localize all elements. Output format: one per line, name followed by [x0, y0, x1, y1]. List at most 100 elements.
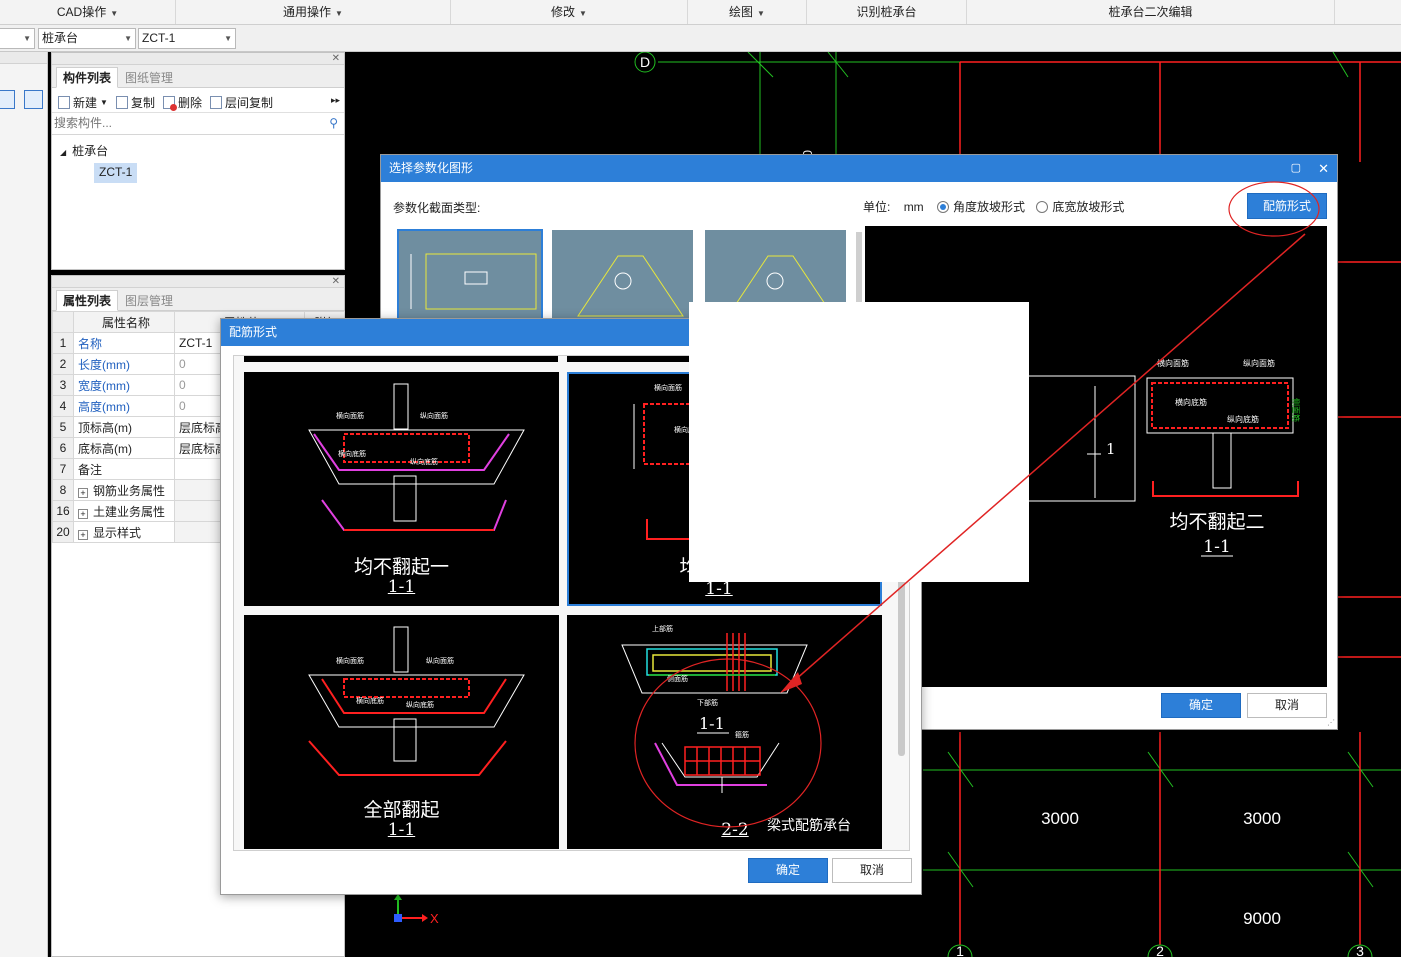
menu-label: 桩承台二次编辑: [1108, 5, 1193, 19]
row-index: 2: [52, 353, 74, 375]
row-name-label: 钢筋业务属性: [93, 483, 166, 498]
chevron-down-icon: ▼: [124, 34, 132, 43]
chevron-down-icon: ▼: [224, 34, 232, 43]
chevron-down-icon: ▼: [757, 9, 765, 18]
menu-draw[interactable]: 绘图 ▼: [688, 0, 807, 24]
axis-label-2: 2: [1156, 943, 1164, 957]
component-tree: ◢ 桩承台 ZCT-1: [52, 135, 344, 183]
floor-combo[interactable]: ▼: [0, 28, 35, 49]
label-h-bottom: 横向底筋: [338, 449, 366, 458]
grid-view-icon[interactable]: [24, 90, 43, 109]
option-section: 1-1: [387, 820, 416, 840]
panel-close-icon[interactable]: ✕: [52, 276, 344, 288]
tab-layer-management[interactable]: 图层管理: [118, 290, 180, 311]
combo-value: 桩承台: [42, 31, 79, 45]
row-name[interactable]: + 显示样式: [73, 521, 175, 543]
delete-label: 删除: [177, 96, 202, 110]
tree-node-pile-cap[interactable]: ◢ 桩承台: [60, 141, 344, 163]
chevron-down-icon: ▼: [23, 34, 31, 43]
component-tabs: 构件列表 图纸管理: [52, 65, 344, 88]
component-type-combo[interactable]: 桩承台 ▼: [38, 28, 136, 49]
copy-label: 复制: [130, 96, 155, 110]
menu-identify-pile-cap[interactable]: 识别桩承台: [807, 0, 967, 24]
expand-plus-icon[interactable]: +: [78, 487, 88, 498]
dialog-title: 选择参数化图形: [389, 161, 474, 175]
option-caption: 均不翻起一: [353, 556, 449, 578]
delete-button[interactable]: 删除: [162, 93, 202, 112]
tab-property-list[interactable]: 属性列表: [56, 290, 119, 311]
row-name: 名称: [73, 332, 175, 354]
search-input[interactable]: [52, 113, 312, 133]
menu-general-ops[interactable]: 通用操作 ▼: [176, 0, 451, 24]
row-index: 1: [52, 332, 74, 354]
row-name[interactable]: + 钢筋业务属性: [73, 479, 175, 501]
row-index: 3: [52, 374, 74, 396]
tree-node-zct-1[interactable]: ZCT-1: [94, 163, 138, 183]
rebar-option-no-bend-1[interactable]: 横向面筋 纵向面筋 横向底筋 纵向底筋 均不翻起一 1-1: [244, 372, 559, 606]
delete-icon: [162, 96, 177, 111]
option-section: 1-1: [387, 577, 416, 597]
copy-button[interactable]: 复制: [115, 93, 155, 112]
menu-pile-cap-edit[interactable]: 桩承台二次编辑: [967, 0, 1335, 24]
rebar-cancel-button[interactable]: 取消: [832, 858, 912, 883]
row-name: 长度(mm): [73, 353, 175, 375]
panel-close-icon[interactable]: ✕: [52, 53, 344, 65]
row-index: 16: [52, 500, 74, 522]
tree-node-label: 桩承台: [72, 144, 109, 158]
dialog-title: 配筋形式: [229, 325, 278, 339]
rebar-option-all-bend[interactable]: 横向面筋 纵向面筋 横向底筋 纵向底筋 全部翻起 1-1: [244, 615, 559, 849]
axis-label-d: D: [640, 54, 650, 70]
menu-label: CAD操作: [56, 5, 107, 19]
label-v-top: 纵向面筋: [426, 656, 454, 665]
floor-copy-label: 层间复制: [224, 96, 273, 110]
selector-toolbar: ▼ 桩承台 ▼ ZCT-1 ▼: [0, 25, 1401, 52]
label-h-top: 横向面筋: [336, 656, 364, 665]
search-icon[interactable]: ⚲: [329, 116, 338, 130]
expand-plus-icon[interactable]: +: [78, 529, 88, 540]
row-index: 8: [52, 479, 74, 501]
axis-label-1: 1: [956, 943, 964, 957]
header-property-name: 属性名称: [73, 311, 175, 333]
property-tabs: 属性列表 图层管理: [52, 288, 344, 311]
row-name: 宽度(mm): [73, 374, 175, 396]
floor-copy-button[interactable]: 层间复制: [209, 93, 273, 112]
shape-thumb-rect-selected[interactable]: [397, 229, 543, 331]
label-v-bottom: 纵向底筋: [406, 700, 434, 709]
row-name-label: 显示样式: [93, 525, 142, 540]
annotation-arrow-layer: [634, 233, 1306, 828]
axis-x-label: X: [430, 911, 439, 926]
dialog-titlebar: 选择参数化图形 ▢ ✕: [381, 155, 1337, 182]
new-icon: [58, 96, 70, 109]
row-name: 底标高(m): [73, 437, 175, 459]
row-index: 20: [52, 521, 74, 543]
row-index: 6: [52, 437, 74, 459]
label-v-bottom: 纵向底筋: [410, 457, 438, 466]
menu-modify[interactable]: 修改 ▼: [451, 0, 688, 24]
rebar-ok-button[interactable]: 确定: [748, 858, 828, 883]
more-icon[interactable]: ▸▸: [331, 95, 340, 106]
floor-copy-icon: [209, 96, 222, 109]
header-index: [52, 311, 74, 333]
expand-plus-icon[interactable]: +: [78, 508, 88, 519]
chevron-down-icon: ▼: [100, 98, 108, 107]
tab-drawing-management[interactable]: 图纸管理: [118, 67, 180, 88]
component-list-panel: ✕ 构件列表 图纸管理 新建▼ 复制 删除 层间复制 ▸▸ ⚲ ◢ 桩承台 ZCT…: [51, 52, 345, 270]
tree-expand-icon[interactable]: ◢: [60, 148, 66, 157]
tree-node-label: ZCT-1: [99, 165, 133, 179]
row-name: 顶标高(m): [73, 416, 175, 438]
search-box: ⚲: [52, 113, 344, 135]
maximize-icon[interactable]: ▢: [1291, 155, 1301, 182]
row-index: 5: [52, 416, 74, 438]
left-tool-strip: [0, 52, 48, 957]
annotation-arrow-line: [794, 233, 1306, 681]
row-name-label: 土建业务属性: [93, 504, 166, 519]
new-button[interactable]: 新建 ▼: [58, 93, 108, 112]
close-icon[interactable]: ✕: [1318, 155, 1329, 182]
tab-component-list[interactable]: 构件列表: [56, 67, 119, 88]
menu-cad-ops[interactable]: CAD操作 ▼: [0, 0, 176, 24]
row-name[interactable]: + 土建业务属性: [73, 500, 175, 522]
menu-label: 绘图: [729, 5, 754, 19]
new-label: 新建: [73, 96, 98, 110]
component-name-combo[interactable]: ZCT-1 ▼: [138, 28, 236, 49]
list-view-icon[interactable]: [0, 90, 15, 109]
